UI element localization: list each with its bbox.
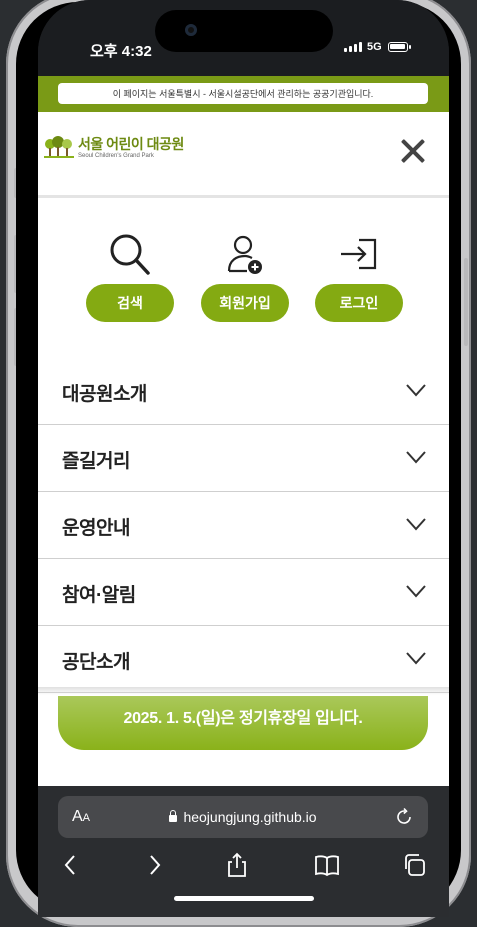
url-text: heojungjung.github.io	[58, 809, 428, 825]
home-indicator	[174, 896, 314, 901]
notice-text: 이 페이지는 서울특별시 - 서울시설공단에서 관리하는 공공기관입니다.	[58, 83, 428, 104]
logo-english-name: Seoul Children's Grand Park	[78, 153, 154, 159]
menu-item[interactable]: 운영안내	[38, 492, 449, 559]
status-time: 오후 4:32	[90, 43, 152, 60]
add-user-icon	[227, 235, 262, 274]
menu-item-label: 공단소개	[62, 652, 130, 673]
banner-text: 2025. 1. 5.(일)은 정기휴장일 입니다.	[123, 710, 363, 727]
address-bar[interactable]: AA heojungjung.github.io	[58, 796, 428, 838]
menu-item-label: 참여·알림	[62, 585, 136, 606]
chevron-down-icon	[406, 451, 426, 464]
dynamic-island	[155, 10, 333, 52]
search-icon	[110, 234, 150, 275]
menu-item-label: 즐길거리	[62, 451, 130, 472]
close-menu-button[interactable]	[400, 138, 426, 164]
power-button	[464, 258, 468, 346]
search-button[interactable]: 검색	[86, 284, 174, 322]
chevron-down-icon	[406, 518, 426, 531]
chevron-down-icon	[406, 652, 426, 665]
network-label: 5G	[367, 41, 382, 53]
browser-toolbar: AA heojungjung.github.io	[38, 786, 449, 917]
quick-signup: 회원가입	[201, 232, 289, 322]
menu-item[interactable]: 대공원소개	[38, 358, 449, 425]
signal-icon	[344, 42, 362, 52]
battery-icon	[388, 42, 411, 52]
back-icon[interactable]	[58, 852, 84, 878]
web-page: 이 페이지는 서울특별시 - 서울시설공단에서 관리하는 공공기관입니다. 서울…	[38, 76, 449, 786]
camera-icon	[185, 24, 197, 36]
browser-nav	[38, 848, 449, 882]
share-icon[interactable]	[224, 852, 250, 878]
notice-bar: 이 페이지는 서울특별시 - 서울시설공단에서 관리하는 공공기관입니다.	[38, 76, 449, 112]
phone-screen: 오후 4:32 5G 이 페이지는 서울특별시 - 서울시설공단에서 관리하는 …	[38, 0, 449, 917]
logo-korean-name: 서울 어린이 대공원	[78, 136, 184, 152]
quick-search: 검색	[86, 232, 174, 322]
tabs-icon[interactable]	[402, 852, 428, 878]
quick-links: 검색 회원가입 로그인	[38, 198, 449, 358]
login-button[interactable]: 로그인	[315, 284, 403, 322]
bookmarks-icon[interactable]	[314, 852, 340, 878]
site-header: 서울 어린이 대공원 Seoul Children's Grand Park	[38, 112, 449, 198]
tree-logo-icon	[44, 136, 74, 158]
forward-icon[interactable]	[141, 852, 167, 878]
menu-item[interactable]: 공단소개	[38, 626, 449, 693]
main-menu: 대공원소개 즐길거리 운영안내 참여·알림 공단소개	[38, 358, 449, 693]
menu-item[interactable]: 즐길거리	[38, 425, 449, 492]
status-bar: 오후 4:32 5G	[38, 0, 449, 76]
menu-item[interactable]: 참여·알림	[38, 559, 449, 626]
holiday-banner[interactable]: 2025. 1. 5.(일)은 정기휴장일 입니다.	[58, 696, 428, 750]
chevron-down-icon	[406, 384, 426, 397]
site-logo[interactable]: 서울 어린이 대공원 Seoul Children's Grand Park	[44, 136, 184, 160]
menu-shadow	[38, 687, 449, 695]
lock-icon	[169, 810, 178, 822]
login-icon	[341, 238, 377, 270]
menu-item-label: 대공원소개	[62, 384, 147, 405]
quick-login: 로그인	[315, 232, 403, 322]
chevron-down-icon	[406, 585, 426, 598]
reload-icon[interactable]	[394, 807, 414, 827]
url-label: heojungjung.github.io	[183, 809, 317, 825]
menu-item-label: 운영안내	[62, 518, 130, 539]
signup-button[interactable]: 회원가입	[201, 284, 289, 322]
